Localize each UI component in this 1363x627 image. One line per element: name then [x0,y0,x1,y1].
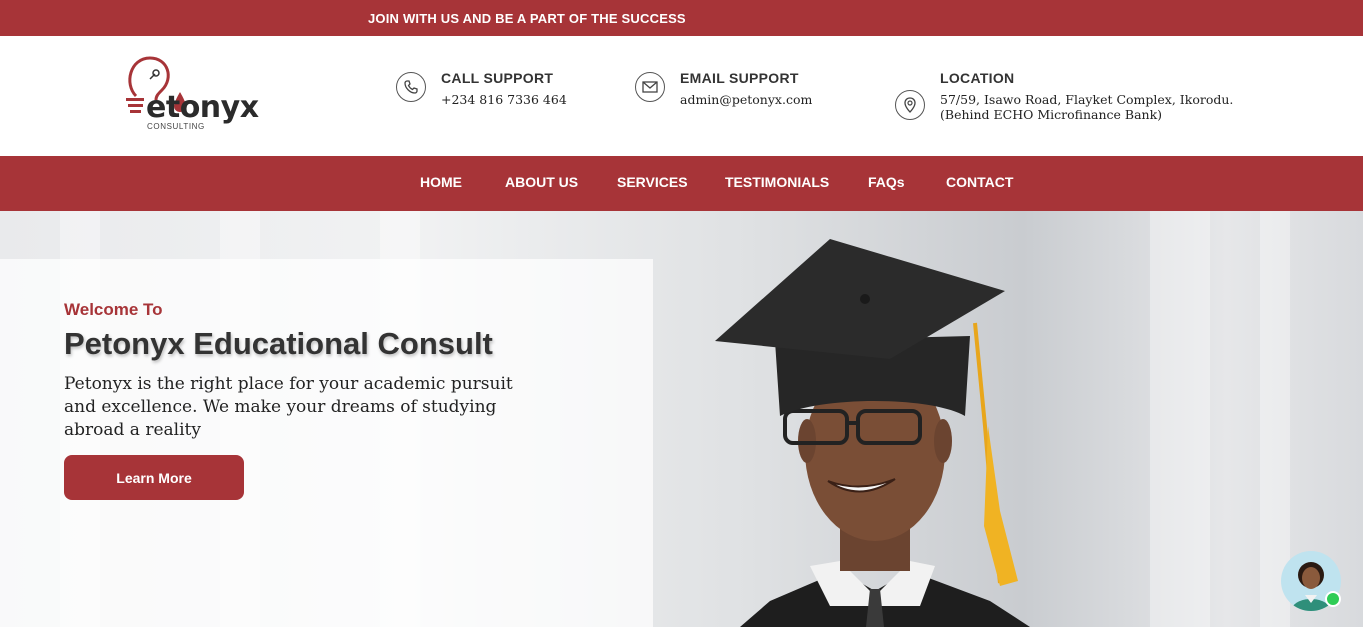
nav-about-us[interactable]: ABOUT US [505,174,578,190]
logo-wordmark: etonyx [146,90,259,125]
phone-icon [396,72,426,102]
location-pin-icon [895,90,925,120]
hero-description: Petonyx is the right place for your acad… [64,374,513,440]
envelope-icon [635,72,665,102]
nav-services[interactable]: SERVICES [617,174,688,190]
phone-number[interactable]: +234 816 7336 464 [441,92,567,107]
nav-faqs[interactable]: FAQs [868,174,905,190]
logo-subtitle: CONSULTING [147,122,205,131]
main-nav: HOME ABOUT US SERVICES TESTIMONIALS FAQs… [0,156,1363,211]
email-support-title: EMAIL SUPPORT [680,70,799,86]
online-status-indicator [1325,591,1341,607]
hero-title: Petonyx Educational Consult [64,326,493,361]
location-title: LOCATION [940,70,1015,86]
address-line-1: 57/59, Isawo Road, Flayket Complex, Ikor… [940,92,1234,107]
nav-testimonials[interactable]: TESTIMONIALS [725,174,829,190]
nav-home[interactable]: HOME [420,174,462,190]
learn-more-button[interactable]: Learn More [64,455,244,500]
welcome-text: Welcome To [64,300,163,319]
site-header: etonyx CONSULTING CALL SUPPORT +234 816 … [0,36,1363,156]
graduate-photo [715,239,1030,627]
announcement-text: JOIN WITH US AND BE A PART OF THE SUCCES… [368,11,686,26]
nav-contact[interactable]: CONTACT [946,174,1013,190]
email-address[interactable]: admin@petonyx.com [680,92,812,107]
petonyx-logo[interactable]: etonyx CONSULTING [122,56,259,138]
background-column [1150,211,1210,627]
announcement-bar: JOIN WITH US AND BE A PART OF THE SUCCES… [0,0,1363,36]
address-line-2: (Behind ECHO Microfinance Bank) [940,107,1163,122]
call-support-title: CALL SUPPORT [441,70,554,86]
